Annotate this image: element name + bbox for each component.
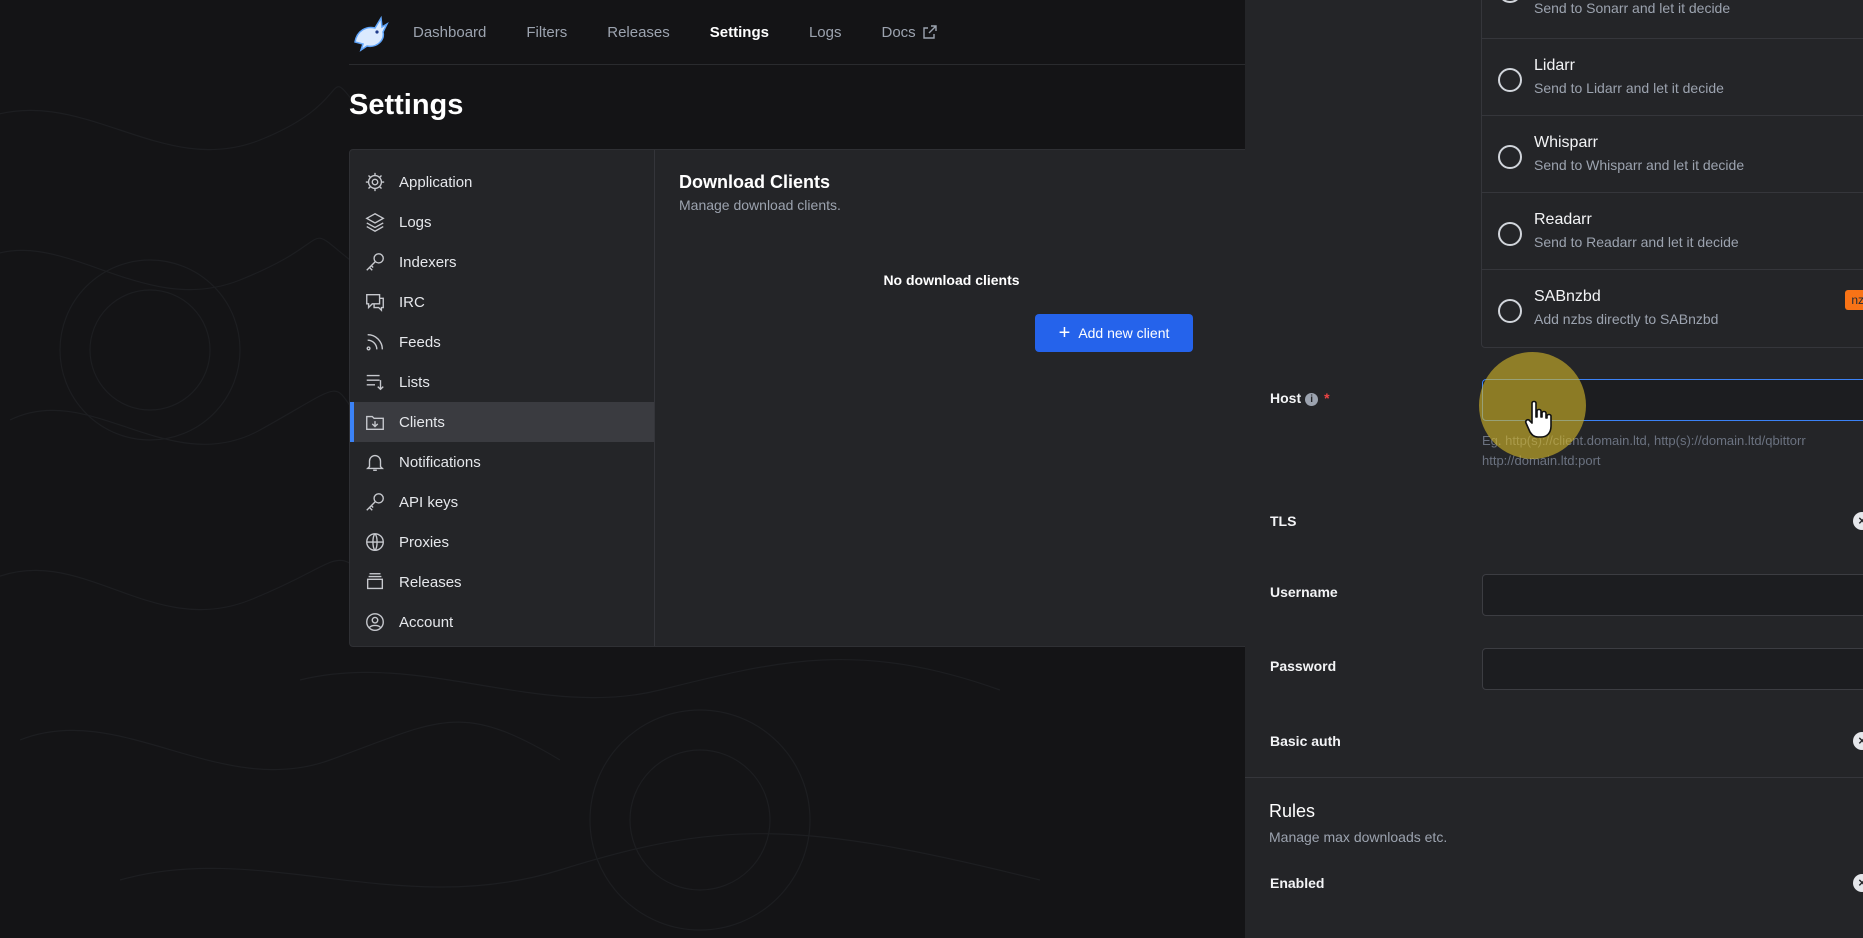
protocol-badge: nz [1845, 290, 1863, 310]
sidebar-item-feeds[interactable]: Feeds [350, 322, 654, 362]
sidebar-item-logs[interactable]: Logs [350, 202, 654, 242]
list-icon [366, 374, 384, 391]
nav-docs[interactable]: Docs [882, 24, 938, 41]
sidebar-item-irc[interactable]: IRC [350, 282, 654, 322]
plus-icon: + [1058, 322, 1071, 344]
client-option-name: Lidarr [1534, 57, 1575, 74]
key-icon [366, 253, 384, 271]
enabled-toggle[interactable]: × [1853, 874, 1863, 892]
password-input[interactable] [1482, 648, 1863, 690]
client-option-whisparr[interactable]: Whisparr Send to Whisparr and let it dec… [1482, 116, 1863, 193]
section-divider [1245, 777, 1863, 778]
client-option-desc: Send to Lidarr and let it decide [1534, 80, 1724, 96]
client-type-options: Send to Sonarr and let it decide Lidarr … [1481, 0, 1863, 348]
sidebar-item-label: Indexers [399, 253, 457, 271]
empty-state-text: No download clients [883, 272, 1020, 288]
rss-icon [366, 333, 384, 351]
hand-pointer-icon [1524, 400, 1552, 438]
sidebar-item-notifications[interactable]: Notifications [350, 442, 654, 482]
settings-panel: Application Logs Indexers IRC Feeds List… [349, 149, 1249, 647]
client-option-lidarr[interactable]: Lidarr Send to Lidarr and let it decide [1482, 39, 1863, 116]
client-option-sabnzbd[interactable]: SABnzbd Add nzbs directly to SABnzbd nz [1482, 270, 1863, 347]
client-option-desc: Send to Sonarr and let it decide [1534, 0, 1731, 16]
top-navigation: Dashboard Filters Releases Settings Logs… [349, 0, 1249, 65]
sidebar-item-lists[interactable]: Lists [350, 362, 654, 402]
sidebar-item-clients[interactable]: Clients [350, 402, 654, 442]
chat-icon [366, 293, 384, 312]
required-marker: * [1324, 390, 1330, 406]
client-option-name: SABnzbd [1534, 288, 1601, 305]
sidebar-item-label: Account [399, 613, 454, 631]
settings-sidebar: Application Logs Indexers IRC Feeds List… [350, 150, 655, 646]
radio-button[interactable] [1498, 0, 1522, 3]
bell-icon [366, 454, 384, 471]
sidebar-item-label: Releases [399, 573, 462, 591]
sidebar-item-indexers[interactable]: Indexers [350, 242, 654, 282]
layers-icon [365, 212, 385, 232]
nav-logs[interactable]: Logs [809, 24, 842, 41]
client-option-desc: Send to Whisparr and let it decide [1534, 157, 1745, 173]
nav-settings[interactable]: Settings [710, 24, 769, 41]
client-option-name: Readarr [1534, 211, 1592, 228]
add-new-client-button[interactable]: + Add new client [1035, 314, 1193, 352]
radio-button[interactable] [1498, 299, 1522, 323]
sidebar-item-label: Notifications [399, 453, 481, 471]
section-title: Download Clients [679, 172, 831, 192]
section-subtitle: Manage download clients. [679, 197, 841, 213]
sidebar-item-account[interactable]: Account [350, 602, 654, 642]
nav-dashboard[interactable]: Dashboard [413, 24, 486, 41]
sidebar-item-api-keys[interactable]: API keys [350, 482, 654, 522]
sidebar-item-label: Application [399, 173, 473, 191]
download-clients-section: Download Clients Manage download clients… [655, 150, 1248, 646]
globe-icon [366, 533, 384, 551]
nav-filters[interactable]: Filters [526, 24, 567, 41]
nav-releases[interactable]: Releases [607, 24, 670, 41]
radio-button[interactable] [1498, 222, 1522, 246]
host-label-text: Host [1270, 390, 1302, 406]
client-option-sonarr[interactable]: Send to Sonarr and let it decide [1482, 0, 1863, 39]
tls-toggle[interactable]: × [1853, 512, 1863, 530]
client-option-name: Whisparr [1534, 134, 1599, 151]
add-new-client-label: Add new client [1078, 325, 1170, 341]
host-label: Host i * [1270, 390, 1330, 406]
sidebar-item-proxies[interactable]: Proxies [350, 522, 654, 562]
sidebar-item-label: Proxies [399, 533, 450, 551]
username-input[interactable] [1482, 574, 1863, 616]
gear-icon [365, 172, 385, 192]
username-label: Username [1270, 584, 1338, 600]
sidebar-item-releases[interactable]: Releases [350, 562, 654, 602]
sidebar-item-label: Clients [399, 413, 445, 431]
autobrr-logo-icon[interactable] [349, 12, 389, 52]
enabled-label: Enabled [1270, 875, 1325, 891]
nav-docs-label: Docs [881, 23, 916, 41]
client-option-desc: Send to Readarr and let it decide [1534, 234, 1739, 250]
client-option-readarr[interactable]: Readarr Send to Readarr and let it decid… [1482, 193, 1863, 270]
sidebar-item-label: Logs [399, 213, 432, 231]
password-label: Password [1270, 658, 1337, 674]
key-icon [366, 493, 384, 511]
sidebar-item-label: Feeds [399, 333, 441, 351]
tls-label: TLS [1270, 513, 1297, 529]
radio-button[interactable] [1498, 68, 1522, 92]
client-option-desc: Add nzbs directly to SABnzbd [1534, 311, 1719, 327]
basic-auth-toggle[interactable]: × [1853, 732, 1863, 750]
radio-button[interactable] [1498, 145, 1522, 169]
sidebar-item-label: API keys [399, 493, 459, 511]
archive-icon [366, 573, 384, 590]
basic-auth-label: Basic auth [1270, 733, 1341, 749]
external-link-icon [922, 25, 937, 39]
sidebar-item-application[interactable]: Application [350, 162, 654, 202]
info-icon[interactable]: i [1305, 393, 1319, 406]
user-circle-icon [366, 613, 384, 631]
add-client-drawer: Send to Sonarr and let it decide Lidarr … [1245, 0, 1863, 938]
folder-download-icon [366, 415, 384, 431]
rules-subtitle: Manage max downloads etc. [1269, 829, 1448, 845]
page-title: Settings [349, 89, 464, 121]
rules-title: Rules [1269, 801, 1316, 821]
sidebar-item-label: IRC [399, 293, 425, 311]
sidebar-item-label: Lists [399, 373, 430, 391]
